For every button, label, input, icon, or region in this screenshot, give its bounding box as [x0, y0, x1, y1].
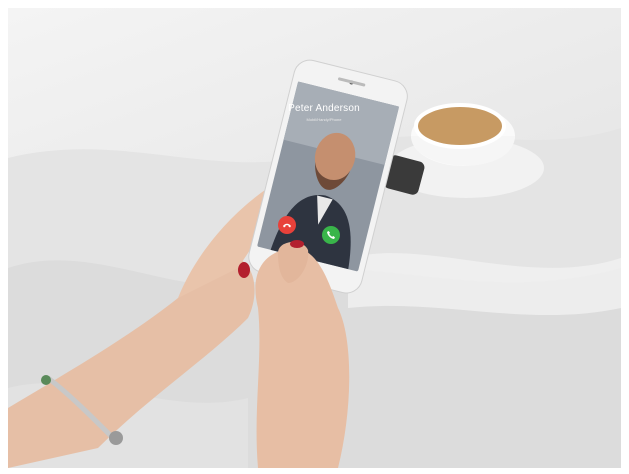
finger-nail	[238, 262, 250, 278]
phone-down-icon	[283, 223, 291, 228]
accept-call-button[interactable]	[322, 226, 340, 244]
decline-call-button[interactable]	[278, 216, 296, 234]
bed-scene	[8, 59, 621, 468]
bracelet-bead	[41, 375, 51, 385]
caller-subtitle: Mobil/Handy/Phone	[306, 117, 342, 122]
thumb-nail	[290, 240, 304, 248]
caller-name: Peter Anderson	[288, 103, 360, 114]
bracelet-charm	[109, 431, 123, 445]
photo-frame: Peter Anderson Mobil/Handy/Phone	[8, 8, 621, 468]
phone-icon	[327, 231, 335, 239]
